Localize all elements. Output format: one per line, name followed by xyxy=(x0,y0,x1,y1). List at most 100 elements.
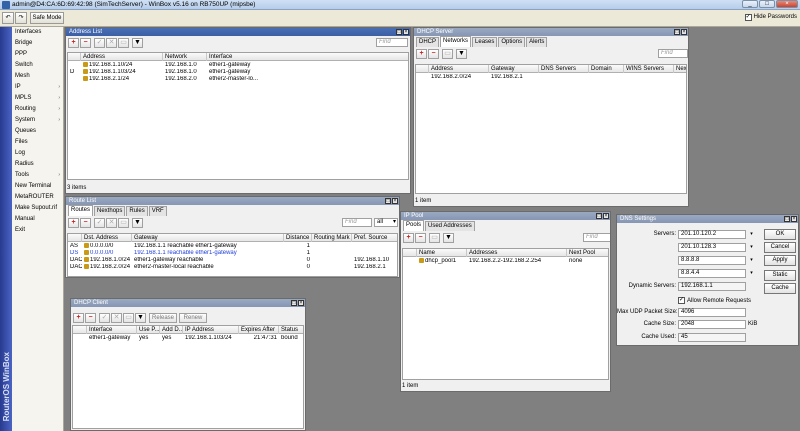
window-close-button[interactable]: × xyxy=(681,29,687,35)
tab-alerts[interactable]: Alerts xyxy=(526,37,548,47)
max-udp-packet-size-input[interactable]: 4096 xyxy=(678,308,746,317)
menu-item-manual[interactable]: Manual xyxy=(12,214,63,225)
window-maximize-button[interactable]: □ xyxy=(291,300,297,306)
menu-item-switch[interactable]: Switch xyxy=(12,60,63,71)
close-button[interactable]: × xyxy=(776,0,798,8)
window-close-button[interactable]: × xyxy=(603,213,609,219)
window-maximize-button[interactable]: □ xyxy=(596,213,602,219)
comment-button[interactable]: ▭ xyxy=(118,38,129,48)
column-header-interface[interactable]: Interface xyxy=(87,326,137,334)
hide-passwords-checkbox[interactable]: ✓ xyxy=(744,13,752,21)
comment-button[interactable]: ▭ xyxy=(429,233,440,243)
remove-server-arrow-icon[interactable]: ▾ xyxy=(748,269,755,278)
menu-item-metarouter[interactable]: MetaROUTER xyxy=(12,192,63,203)
address-list-find-input[interactable]: Find xyxy=(376,38,408,47)
menu-item-system[interactable]: System › xyxy=(12,115,63,126)
disable-button[interactable]: ✕ xyxy=(106,38,117,48)
tab-routes[interactable]: Routes xyxy=(68,205,94,216)
static-button[interactable]: Static xyxy=(764,270,796,281)
menu-item-routing[interactable]: Routing › xyxy=(12,104,63,115)
dns-server-input-4[interactable]: 8.8.4.4 xyxy=(678,269,746,278)
maximize-button[interactable]: □ xyxy=(759,0,775,8)
menu-item-mesh[interactable]: Mesh xyxy=(12,71,63,82)
comment-button[interactable]: ▭ xyxy=(442,49,453,59)
column-header-address[interactable]: Address xyxy=(429,65,489,73)
enable-button[interactable]: ✓ xyxy=(94,218,105,228)
table-row[interactable]: 192.168.2.0/24 192.168.2.1 xyxy=(416,74,686,81)
add-button[interactable]: + xyxy=(73,313,84,323)
window-maximize-button[interactable]: □ xyxy=(784,216,790,222)
column-header-dns-servers[interactable]: DNS Servers xyxy=(539,65,589,73)
tab-options[interactable]: Options xyxy=(498,37,526,47)
hide-passwords-toggle[interactable]: ✓ Hide Passwords xyxy=(744,13,797,21)
allow-remote-requests-checkbox[interactable]: ✓ xyxy=(678,297,685,304)
window-close-button[interactable]: × xyxy=(298,300,304,306)
column-header-address[interactable]: Address xyxy=(81,53,163,61)
menu-item-ppp[interactable]: PPP xyxy=(12,49,63,60)
dhcp-server-titlebar[interactable]: DHCP Server □ × xyxy=(414,28,688,36)
window-close-button[interactable]: × xyxy=(403,29,409,35)
menu-item-log[interactable]: Log xyxy=(12,148,63,159)
table-row[interactable]: ether1-gateway yes yes 192.168.1.103/24 21:4… xyxy=(73,335,303,342)
menu-item-make-supout-rif[interactable]: Make Supout.rif xyxy=(12,203,63,214)
cache-size-input[interactable]: 2048 xyxy=(678,320,746,329)
window-maximize-button[interactable]: □ xyxy=(396,29,402,35)
column-header-wins-servers[interactable]: WINS Servers xyxy=(624,65,674,73)
remove-button[interactable]: − xyxy=(80,218,91,228)
menu-item-exit[interactable]: Exit xyxy=(12,225,63,236)
remove-button[interactable]: − xyxy=(80,38,91,48)
comment-button[interactable]: ▭ xyxy=(118,218,129,228)
ip-pool-find-input[interactable]: Find xyxy=(583,233,610,242)
filter-button[interactable]: ▼ xyxy=(135,313,146,323)
table-row[interactable]: DS 0.0.0.0/0 192.168.1.1 reachable ether1-… xyxy=(68,250,397,257)
table-row[interactable]: dhcp_pool1 192.168.2.2-192.168.2.254 none xyxy=(403,258,608,265)
route-list-find-input[interactable]: Find xyxy=(342,218,372,227)
column-header-dst-address[interactable]: Dst. Address xyxy=(82,234,132,242)
tab-vrf[interactable]: VRF xyxy=(148,206,167,216)
table-row[interactable]: AS 0.0.0.0/0 192.168.1.1 reachable ether1-… xyxy=(68,243,397,250)
allow-remote-requests-toggle[interactable]: ✓ Allow Remote Requests xyxy=(678,297,751,304)
window-close-button[interactable]: × xyxy=(392,198,398,204)
ip-pool-titlebar[interactable]: IP Pool □ × xyxy=(401,212,610,220)
flag-column-header[interactable] xyxy=(68,234,82,242)
remove-server-arrow-icon[interactable]: ▾ xyxy=(748,230,755,239)
column-header-use-peer-dns[interactable]: Use P... xyxy=(137,326,160,334)
remove-button[interactable]: − xyxy=(428,49,439,59)
renew-button[interactable]: Renew xyxy=(179,313,207,323)
cache-button[interactable]: Cache xyxy=(764,283,796,294)
tab-used-addresses[interactable]: Used Addresses xyxy=(425,221,475,231)
tab-leases[interactable]: Leases xyxy=(472,37,498,47)
column-header-network[interactable]: Network xyxy=(163,53,207,61)
menu-item-queues[interactable]: Queues xyxy=(12,126,63,137)
add-button[interactable]: + xyxy=(68,38,79,48)
flag-column-header[interactable] xyxy=(416,65,429,73)
address-list-titlebar[interactable]: Address List □ × xyxy=(66,28,410,36)
dhcp-client-titlebar[interactable]: DHCP Client □ × xyxy=(71,299,305,307)
menu-item-files[interactable]: Files xyxy=(12,137,63,148)
column-header-name[interactable]: Name xyxy=(417,249,467,257)
route-filter-select[interactable]: all ▾ xyxy=(374,218,398,227)
filter-button[interactable]: ▼ xyxy=(132,218,143,228)
release-button[interactable]: Release xyxy=(149,313,177,323)
table-row[interactable]: 192.168.1.10/24 192.168.1.0 ether1-gateway xyxy=(68,62,408,69)
dns-server-input-2[interactable]: 201.10.128.3 xyxy=(678,243,746,252)
column-header-domain[interactable]: Domain xyxy=(589,65,624,73)
table-row[interactable]: DAC 192.168.2.0/24 ether2-master-local rea… xyxy=(68,264,397,271)
add-button[interactable]: + xyxy=(68,218,79,228)
column-header-next-server[interactable]: Nex xyxy=(674,65,686,73)
menu-item-new-terminal[interactable]: New Terminal xyxy=(12,181,63,192)
column-header-routing-mark[interactable]: Routing Mark xyxy=(312,234,352,242)
column-header-gateway[interactable]: Gateway xyxy=(489,65,539,73)
flag-column-header[interactable] xyxy=(73,326,87,334)
remove-server-arrow-icon[interactable]: ▾ xyxy=(748,256,755,265)
add-button[interactable]: + xyxy=(403,233,414,243)
menu-item-tools[interactable]: Tools › xyxy=(12,170,63,181)
menu-item-ip[interactable]: IP › xyxy=(12,82,63,93)
menu-item-bridge[interactable]: Bridge xyxy=(12,38,63,49)
dns-server-input-1[interactable]: 201.10.120.2 xyxy=(678,230,746,239)
tab-rules[interactable]: Rules xyxy=(126,206,148,216)
column-header-pref-source[interactable]: Pref. Source xyxy=(352,234,397,242)
tab-networks[interactable]: Networks xyxy=(440,36,472,47)
dns-server-input-3[interactable]: 8.8.8.8 xyxy=(678,256,746,265)
tab-nexthops[interactable]: Nexthops xyxy=(94,206,126,216)
